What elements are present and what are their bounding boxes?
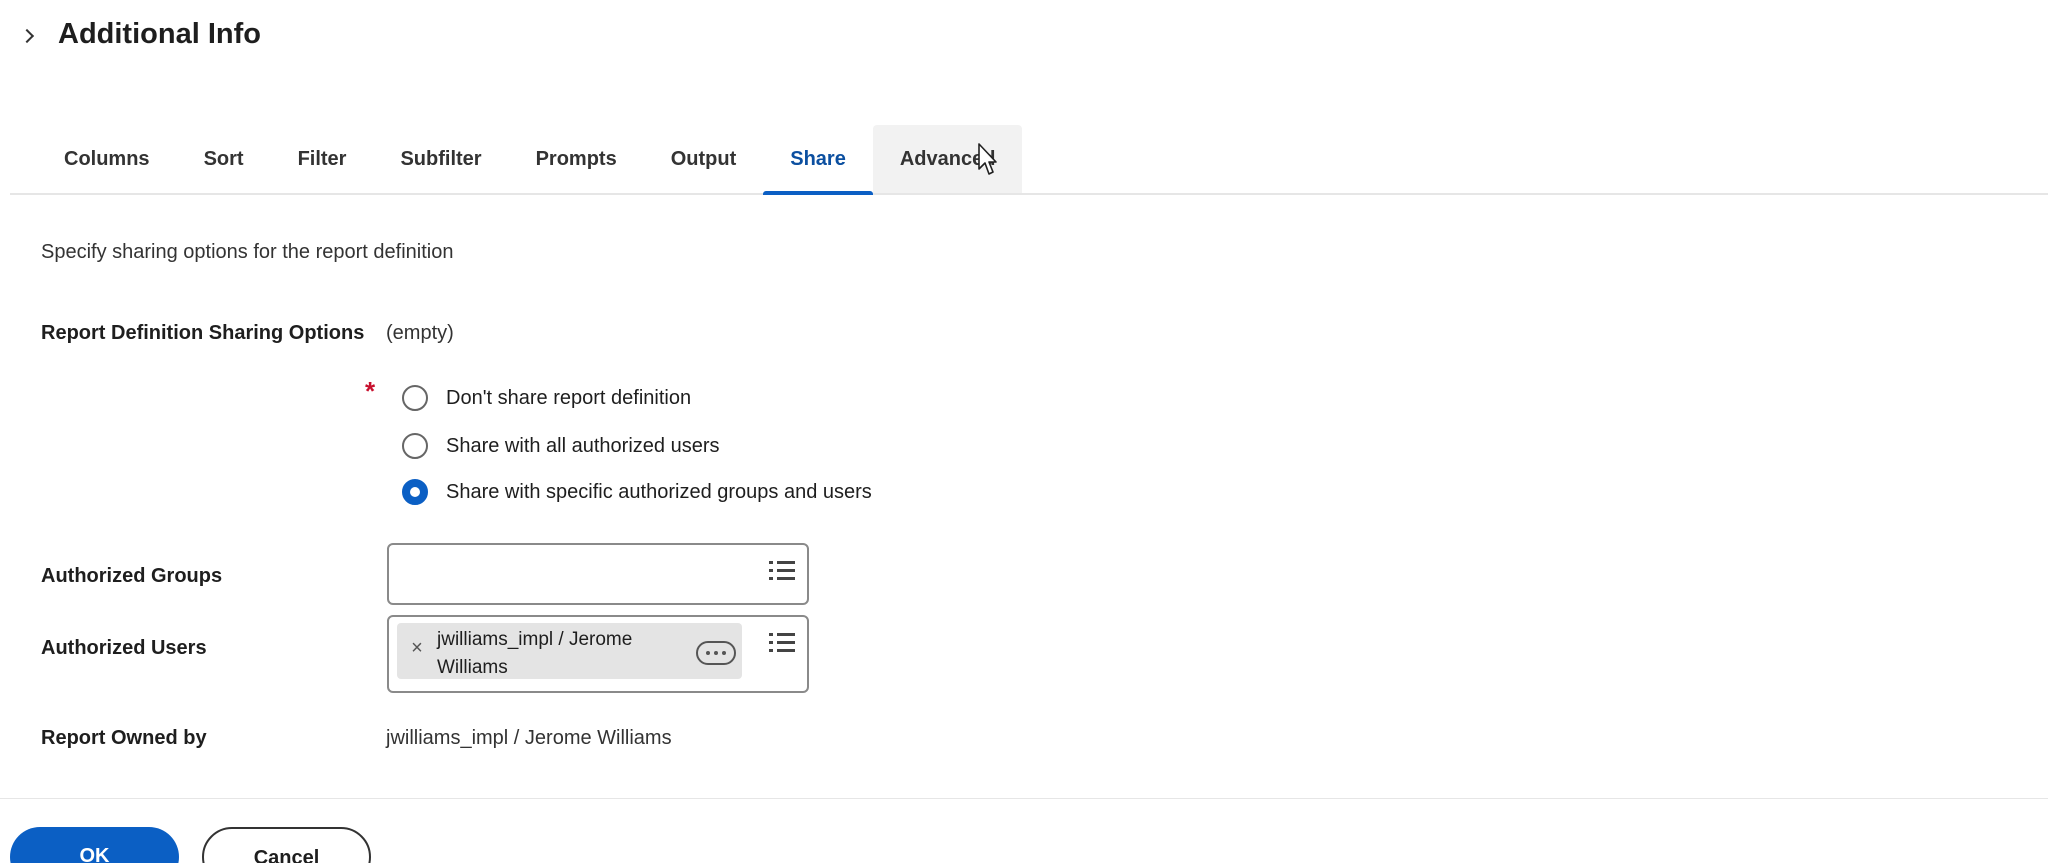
share-instructions: Specify sharing options for the report d…: [41, 241, 454, 263]
tab-advanced[interactable]: Advanced: [872, 125, 1023, 193]
section-header[interactable]: Additional Info: [19, 18, 261, 51]
sharing-options-value: (empty): [386, 322, 454, 344]
radio-dont-share[interactable]: Don't share report definition: [402, 385, 691, 411]
more-icon[interactable]: [696, 641, 736, 665]
cancel-button[interactable]: Cancel: [202, 827, 371, 863]
page: Additional Info Columns Sort Filter Subf…: [0, 0, 2048, 863]
cursor-icon: [978, 143, 997, 175]
radio-label: Don't share report definition: [446, 386, 692, 409]
radio-share-specific[interactable]: Share with specific authorized groups an…: [402, 479, 872, 505]
footer-divider: [0, 798, 2048, 799]
required-marker: *: [365, 376, 376, 406]
radio-label: Share with specific authorized groups an…: [446, 480, 872, 503]
tab-share[interactable]: Share: [763, 125, 873, 195]
radio-button[interactable]: [402, 433, 428, 459]
tab-prompts[interactable]: Prompts: [509, 125, 644, 193]
list-icon[interactable]: [769, 561, 795, 581]
tab-filter[interactable]: Filter: [271, 125, 374, 193]
owned-by-label: Report Owned by: [41, 727, 207, 749]
close-icon[interactable]: ×: [397, 623, 437, 660]
tab-sort[interactable]: Sort: [177, 125, 271, 193]
ok-button[interactable]: OK: [10, 827, 179, 863]
authorized-groups-input[interactable]: [387, 543, 809, 605]
radio-button[interactable]: [402, 385, 428, 411]
tab-bar: Columns Sort Filter Subfilter Prompts Ou…: [10, 125, 2048, 195]
owned-by-value: jwilliams_impl / Jerome Williams: [386, 727, 672, 749]
chevron-right-icon[interactable]: [19, 28, 35, 43]
tab-subfilter[interactable]: Subfilter: [373, 125, 508, 193]
authorized-users-input[interactable]: × jwilliams_impl / Jerome Williams: [387, 615, 809, 693]
radio-button-selected[interactable]: [402, 479, 428, 505]
sharing-options-label: Report Definition Sharing Options: [41, 322, 365, 344]
authorized-groups-label: Authorized Groups: [41, 565, 223, 587]
tab-output[interactable]: Output: [644, 125, 764, 193]
authorized-users-label: Authorized Users: [41, 637, 207, 659]
selected-user-pill[interactable]: × jwilliams_impl / Jerome Williams: [397, 623, 742, 679]
section-title: Additional Info: [58, 18, 261, 50]
tab-columns[interactable]: Columns: [10, 125, 177, 193]
pill-label: jwilliams_impl / Jerome Williams: [437, 629, 633, 678]
list-icon[interactable]: [769, 633, 795, 653]
radio-label: Share with all authorized users: [446, 434, 720, 457]
radio-share-all[interactable]: Share with all authorized users: [402, 433, 719, 459]
